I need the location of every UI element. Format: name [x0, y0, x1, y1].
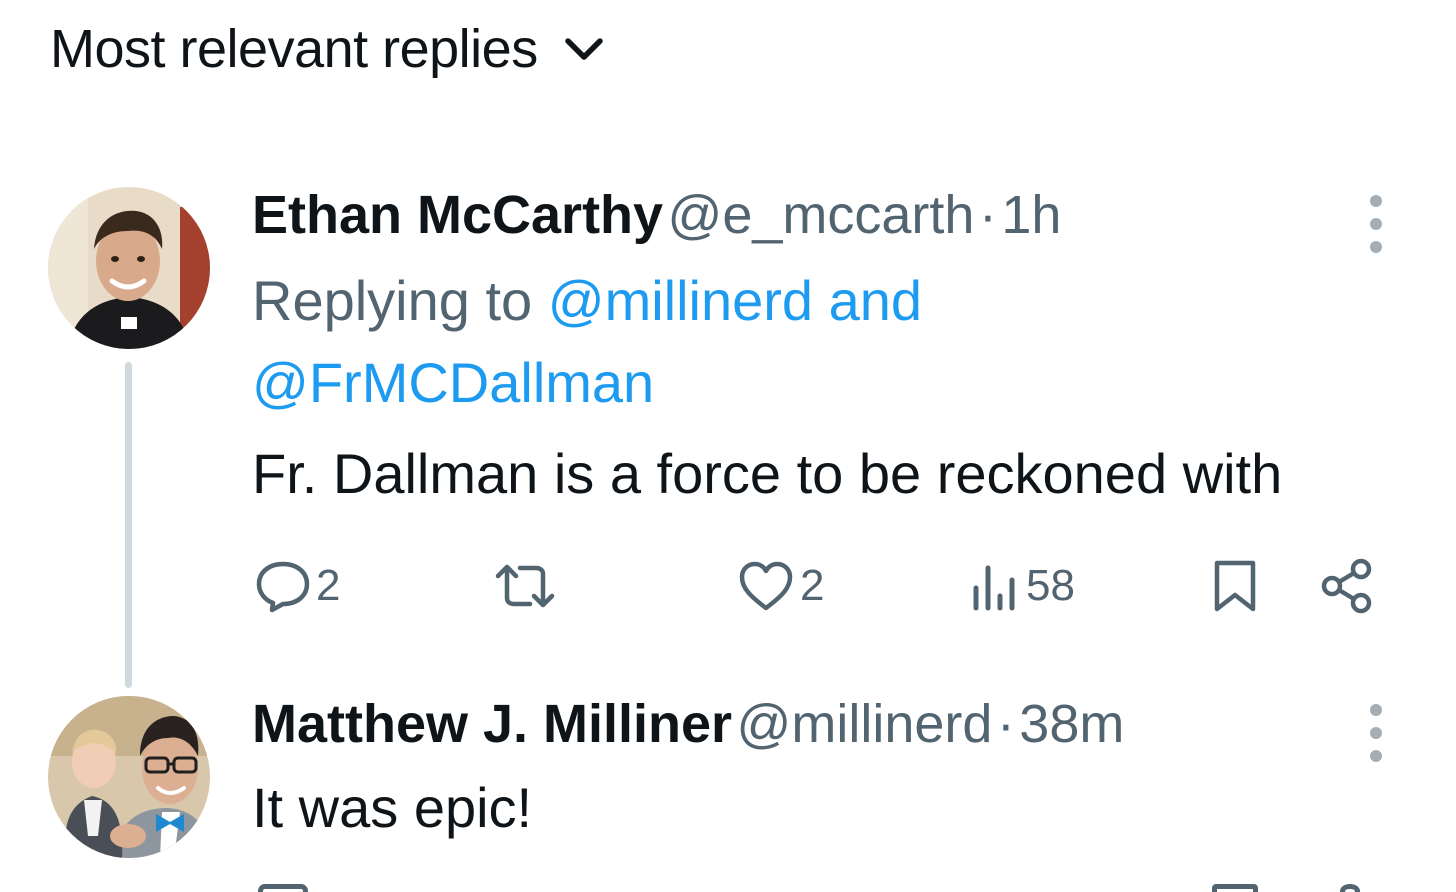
bookmark-icon — [1210, 557, 1260, 615]
repost-button[interactable] — [492, 556, 562, 616]
meta-separator: · — [978, 185, 997, 245]
share-icon — [1340, 884, 1360, 892]
views-button[interactable]: 58 — [970, 556, 1075, 616]
mention-link[interactable]: @millinerd — [548, 269, 813, 332]
display-name[interactable]: Ethan McCarthy — [252, 185, 663, 245]
bookmark-icon — [1212, 884, 1258, 892]
share-button[interactable] — [1318, 556, 1378, 616]
like-count: 2 — [800, 561, 825, 610]
more-options-icon[interactable] — [1366, 704, 1386, 762]
reply-header: Matthew J. Milliner @millinerd · 38m — [252, 697, 1124, 751]
comment-icon — [258, 884, 308, 892]
like-button[interactable]: 2 — [736, 556, 824, 616]
replying-to-line: Replying to @millinerd and — [252, 273, 922, 329]
reply-count: 2 — [316, 561, 341, 610]
meta-separator: · — [996, 694, 1015, 754]
timestamp[interactable]: 38m — [1019, 694, 1124, 754]
display-name[interactable]: Matthew J. Milliner — [252, 694, 732, 754]
avatar[interactable] — [48, 187, 210, 349]
analytics-icon — [970, 558, 1022, 614]
bookmark-button[interactable] — [1210, 556, 1260, 616]
cropped-action-bar — [0, 884, 1456, 892]
reply-text: It was epic! — [252, 776, 533, 839]
repost-icon — [492, 558, 558, 614]
thread-connector-line — [125, 362, 132, 688]
avatar[interactable] — [48, 696, 210, 858]
reply-text: Fr. Dallman is a force to be reckoned wi… — [252, 442, 1283, 505]
chevron-down-icon — [564, 36, 604, 62]
reply-header: Ethan McCarthy @e_mccarth · 1h — [252, 188, 1061, 242]
view-count: 58 — [1026, 561, 1075, 610]
sort-label: Most relevant replies — [50, 19, 538, 79]
comment-icon — [254, 558, 312, 614]
user-handle[interactable]: @millinerd — [737, 694, 993, 754]
mention-link[interactable]: @FrMCDallman — [252, 351, 654, 414]
reply-button[interactable]: 2 — [254, 556, 340, 616]
replying-joiner[interactable]: and — [829, 269, 922, 332]
heart-icon — [736, 558, 796, 614]
more-options-icon[interactable] — [1366, 195, 1386, 253]
share-icon — [1318, 557, 1378, 615]
replying-to-line-2: @FrMCDallman — [252, 355, 654, 411]
sort-replies-dropdown[interactable]: Most relevant replies — [50, 14, 604, 84]
user-handle[interactable]: @e_mccarth — [668, 185, 975, 245]
timestamp[interactable]: 1h — [1001, 185, 1061, 245]
replying-prefix: Replying to — [252, 269, 533, 332]
